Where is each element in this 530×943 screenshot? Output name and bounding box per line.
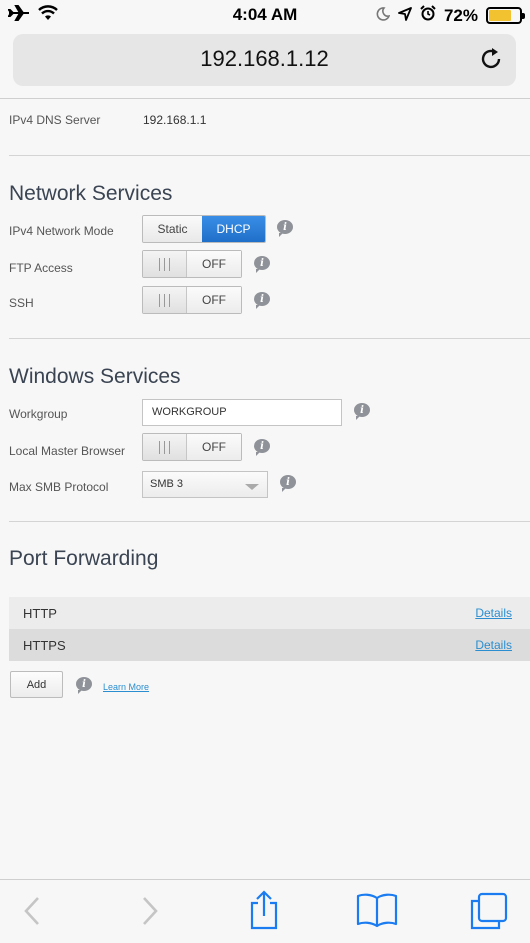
moon-icon bbox=[376, 6, 391, 26]
info-icon[interactable]: i bbox=[76, 677, 92, 694]
network-mode-label: IPv4 Network Mode bbox=[9, 224, 114, 238]
divider bbox=[9, 338, 530, 339]
smb-label: Max SMB Protocol bbox=[9, 480, 109, 494]
toggle-grip[interactable] bbox=[143, 251, 187, 277]
divider bbox=[9, 155, 530, 156]
battery-level bbox=[489, 10, 511, 21]
toggle-grip[interactable] bbox=[143, 287, 187, 313]
smb-select[interactable]: SMB 3 bbox=[142, 471, 268, 498]
rule-name: HTTP bbox=[23, 606, 57, 621]
details-link[interactable]: Details bbox=[475, 638, 512, 652]
ftp-state: OFF bbox=[187, 251, 241, 277]
divider bbox=[9, 521, 530, 522]
address-bar[interactable]: 192.168.1.12 bbox=[13, 34, 516, 86]
info-icon[interactable]: i bbox=[277, 220, 293, 237]
dns-label: IPv4 DNS Server bbox=[9, 113, 101, 127]
back-icon[interactable] bbox=[20, 894, 44, 933]
master-browser-state: OFF bbox=[187, 434, 241, 460]
ftp-toggle[interactable]: OFF bbox=[142, 250, 242, 278]
ssh-state: OFF bbox=[187, 287, 241, 313]
learn-more-link[interactable]: Learn More bbox=[103, 682, 149, 692]
browser-toolbar bbox=[0, 879, 530, 943]
smb-value: SMB 3 bbox=[150, 478, 184, 490]
share-icon[interactable] bbox=[247, 890, 281, 935]
table-row[interactable]: HTTP Details bbox=[9, 597, 530, 629]
master-browser-toggle[interactable]: OFF bbox=[142, 433, 242, 461]
url-text[interactable]: 192.168.1.12 bbox=[13, 46, 516, 72]
port-forwarding-heading: Port Forwarding bbox=[9, 547, 159, 570]
master-browser-label: Local Master Browser bbox=[9, 444, 126, 458]
dhcp-option[interactable]: DHCP bbox=[202, 216, 265, 242]
network-services-heading: Network Services bbox=[9, 182, 173, 205]
alarm-icon bbox=[420, 5, 436, 26]
chevron-down-icon bbox=[245, 484, 259, 490]
workgroup-input[interactable]: WORKGROUP bbox=[142, 399, 342, 426]
details-link[interactable]: Details bbox=[475, 606, 512, 620]
forward-icon[interactable] bbox=[138, 894, 162, 933]
battery-icon bbox=[486, 7, 525, 24]
network-mode-segmented[interactable]: Static DHCP bbox=[142, 215, 266, 243]
table-row[interactable]: HTTPS Details bbox=[9, 629, 530, 661]
dns-value: 192.168.1.1 bbox=[143, 113, 207, 127]
reload-icon[interactable] bbox=[478, 46, 504, 77]
info-icon[interactable]: i bbox=[254, 256, 270, 273]
toggle-grip[interactable] bbox=[143, 434, 187, 460]
battery-percent: 72% bbox=[443, 5, 478, 25]
info-icon[interactable]: i bbox=[254, 292, 270, 309]
ssh-label: SSH bbox=[9, 296, 34, 310]
ftp-label: FTP Access bbox=[9, 261, 73, 275]
ssh-toggle[interactable]: OFF bbox=[142, 286, 242, 314]
tabs-icon[interactable] bbox=[469, 892, 509, 935]
windows-services-heading: Windows Services bbox=[9, 365, 181, 388]
location-icon bbox=[398, 6, 412, 26]
settings-page: IPv4 DNS Server 192.168.1.1 Network Serv… bbox=[0, 99, 530, 879]
info-icon[interactable]: i bbox=[354, 403, 370, 420]
info-icon[interactable]: i bbox=[280, 475, 296, 492]
static-option[interactable]: Static bbox=[143, 216, 202, 242]
info-icon[interactable]: i bbox=[254, 439, 270, 456]
workgroup-label: Workgroup bbox=[9, 407, 68, 421]
rule-name: HTTPS bbox=[23, 638, 66, 653]
status-bar: 4:04 AM 72% bbox=[0, 0, 530, 30]
bookmarks-icon[interactable] bbox=[356, 892, 398, 933]
status-right: 72% bbox=[376, 5, 525, 26]
add-button[interactable]: Add bbox=[10, 671, 63, 698]
